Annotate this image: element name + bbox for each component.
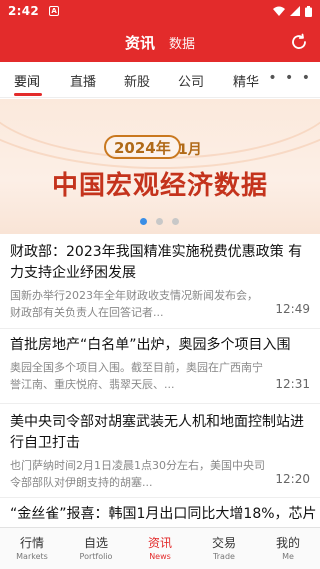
clock: 2:42 [8,4,40,18]
tab-company[interactable]: 公司 [178,71,204,90]
signal-icon [290,6,300,16]
news-time: 12:49 [275,302,310,316]
refresh-icon[interactable] [290,33,308,51]
nav-sublabel: News [149,551,171,561]
tab-live[interactable]: 直播 [70,71,96,90]
battery-icon [305,5,312,17]
carousel-dot[interactable] [140,218,147,225]
nav-label: 交易 [211,535,236,550]
nav-trade[interactable]: 交易 Trade [192,528,256,569]
nav-me[interactable]: 我的 Me [256,528,320,569]
tab-featured[interactable]: 精华 [233,71,259,90]
nav-sublabel: Markets [16,551,48,561]
nav-label: 行情 [19,535,44,550]
banner-carousel[interactable]: 2024年 1月 中国宏观经济数据 [0,99,320,234]
category-tabs: 要闻 直播 新股 公司 精华 • • • [0,62,320,98]
nav-label: 资讯 [147,535,172,550]
nav-sublabel: Me [282,551,294,561]
header-tab-data[interactable]: 数据 [169,33,195,52]
news-summary: 也门萨纳时间2月1日凌晨1点30分左右，美国中央司令部部队对伊朗支持的胡塞... [10,459,265,489]
header-tab-news[interactable]: 资讯 [125,32,155,53]
nav-sublabel: Portfolio [79,551,113,561]
nav-markets[interactable]: 行情 Markets [0,528,64,569]
nav-portfolio[interactable]: 自选 Portfolio [64,528,128,569]
bottom-navigation: 行情 Markets 自选 Portfolio 资讯 News 交易 Trade… [0,527,320,569]
nav-news[interactable]: 资讯 News [128,528,192,569]
carousel-dots [140,218,179,225]
news-title: 财政部：2023年我国精准实施税费优惠政策 有力支持企业纾困发展 [10,244,303,281]
news-title: 首批房地产“白名单”出炉，奥园多个项目入围 [10,337,291,353]
news-summary: 奥园全国多个项目入围。截至目前，奥园在广西南宁誉江南、重庆悦府、翡翠天辰、... [10,361,263,391]
news-time: 12:31 [275,377,310,391]
active-tab-indicator [14,93,42,96]
wifi-icon [273,6,285,16]
carousel-dot[interactable] [172,218,179,225]
news-summary: 国新办举行2023年全年财政收支情况新闻发布会，财政部有关负责人在回答记者... [10,289,258,319]
carousel-dot[interactable] [156,218,163,225]
app-header: 资讯 数据 [0,22,320,62]
more-tabs-button[interactable]: • • • [268,70,312,86]
tab-headlines[interactable]: 要闻 [14,71,40,90]
news-title: “金丝雀”报喜：韩国1月出口同比大增18%，芯片 [10,506,317,522]
nav-label: 我的 [275,535,300,550]
banner-headline: 中国宏观经济数据 [51,171,268,201]
news-time: 12:20 [275,472,310,486]
notification-icon: A [49,6,60,16]
nav-label: 自选 [83,535,108,550]
news-item[interactable]: 财政部：2023年我国精准实施税费优惠政策 有力支持企业纾困发展 国新办举行20… [0,236,320,329]
status-bar: 2:42 A [0,0,320,22]
banner-month: 1月 [178,142,202,158]
news-item[interactable]: 美中央司令部对胡塞武装无人机和地面控制站进行自卫打击 也门萨纳时间2月1日凌晨1… [0,404,320,498]
news-title: 美中央司令部对胡塞武装无人机和地面控制站进行自卫打击 [10,414,304,451]
nav-sublabel: Trade [213,551,235,561]
news-item[interactable]: 首批房地产“白名单”出炉，奥园多个项目入围 奥园全国多个项目入围。截至目前，奥园… [0,329,320,404]
tab-ipo[interactable]: 新股 [124,71,150,90]
news-item[interactable]: “金丝雀”报喜：韩国1月出口同比大增18%，芯片 [0,498,320,527]
banner-year-pill: 2024年 [104,135,181,159]
